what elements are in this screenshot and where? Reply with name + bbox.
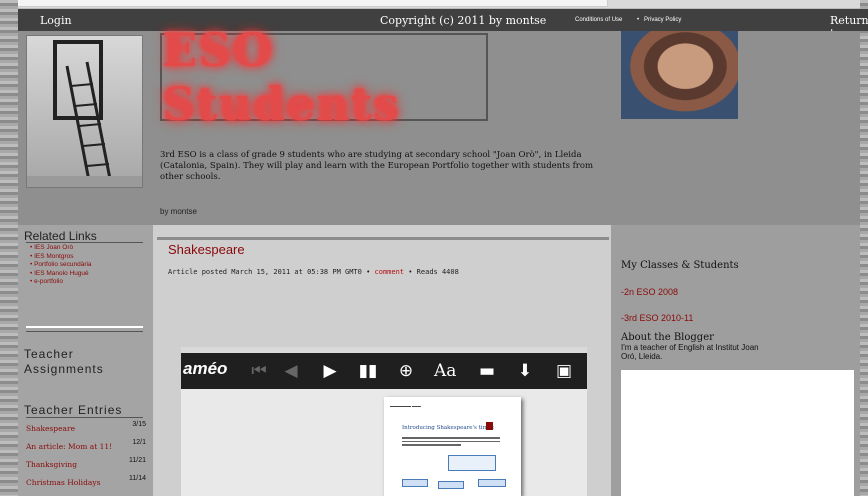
class-link-2010[interactable]: -3rd ESO 2010-11 [621,313,693,323]
doc-text-lines [402,437,500,448]
reads-count: • Reads 4408 [408,268,459,276]
doc-diagram-node [438,481,464,489]
privacy-link[interactable]: Privacy Policy [644,17,681,23]
right-sidebar: My Classes & Students -2n ESO 2008 -3rd … [611,225,860,496]
widget-box [621,370,854,496]
doc-diagram-box [448,455,496,471]
entry-row[interactable]: Shakespeare 3/15 [26,421,146,439]
site-logo[interactable]: ESO Students [160,23,488,131]
ladder-image [26,35,143,188]
teacher-entries-heading: Teacher Entries [24,403,123,417]
posted-text: Article posted March 15, 2011 at 05:38 P… [168,268,371,276]
link-item[interactable]: • Portfolio secundària [30,261,92,270]
doc-diagram-node [402,479,428,487]
divider [26,242,143,243]
about-heading: About the Blogger [621,332,714,343]
about-text: I'm a teacher of English at Institut Joa… [621,343,759,361]
conditions-link[interactable]: Conditions of Use [575,17,622,23]
left-background-stripe [0,0,18,496]
teacher-assignments-heading: Teacher Assignments [24,347,104,376]
download-icon[interactable]: ⬇ [514,360,536,382]
print-icon[interactable]: ▬ [476,360,498,382]
entry-row[interactable]: Thanksgiving 11/21 [26,457,146,475]
link-item[interactable]: • IES Manolo Hugué [30,270,92,279]
right-background-stripe [860,0,868,496]
document-page: ▬▬▬▬▬▬▬ ▬▬▬ Introducing Shakespeare's ti… [384,397,521,496]
left-sidebar: Related Links • IES Joan Orò • IES Montg… [18,225,153,496]
article-area: Shakespeare Article posted March 15, 201… [153,225,611,496]
browser-toolbar-strip [0,0,868,9]
play-icon[interactable]: ▶ [319,360,341,382]
class-link-2008[interactable]: -2n ESO 2008 [621,287,678,297]
divider [26,417,143,418]
prev-page-icon[interactable]: ◀ [280,360,302,382]
comment-link[interactable]: comment [375,268,405,276]
header: ESO Students 3rd ESO is a class of grade… [18,23,860,225]
entry-row[interactable]: An article: Mom at 11! 12/1 [26,439,146,457]
login-link[interactable]: Login [40,14,72,27]
byline: by montse [160,207,197,216]
doc-header: ▬▬▬▬▬▬▬ ▬▬▬ [390,404,421,408]
zoom-in-icon[interactable]: ⊕ [395,360,417,382]
embed-icon[interactable]: ▣ [553,360,575,382]
teacher-entries-list: Shakespeare 3/15 An article: Mom at 11! 12… [26,421,146,493]
link-item[interactable]: • IES Montgros [30,253,92,262]
related-links-heading: Related Links [24,229,97,243]
link-item[interactable]: • e-portfolio [30,278,92,287]
doc-title: Introducing Shakespeare's times [402,425,494,431]
first-page-icon[interactable]: ⏮ [248,360,270,382]
logo-text: ESO Students [162,23,400,131]
text-size-icon[interactable]: Aa [434,360,456,382]
book-view-icon[interactable]: ▮▮ [357,360,379,382]
article-title[interactable]: Shakespeare [168,242,245,257]
entry-row[interactable]: Christmas Holidays 11/14 [26,475,146,493]
divider [26,326,143,328]
doc-badge [486,422,493,430]
divider [26,331,143,332]
address-bar[interactable] [6,0,608,7]
viewer-toolbar: améo ⏮ ◀ ▶ ▮▮ ⊕ Aa ▬ ⬇ ▣ [181,353,587,389]
site-intro: 3rd ESO is a class of grade 9 students w… [160,150,594,182]
classes-heading: My Classes & Students [621,260,739,271]
separator: • [637,17,640,23]
article-meta: Article posted March 15, 2011 at 05:38 P… [168,268,459,276]
viewer-brand: améo [183,359,228,378]
blogger-photo [621,31,738,119]
content-top-bar [157,237,609,240]
page-main: ESO Students 3rd ESO is a class of grade… [18,23,860,496]
doc-diagram-node [478,479,506,487]
link-item[interactable]: • IES Joan Orò [30,244,92,253]
document-viewer[interactable]: améo ⏮ ◀ ▶ ▮▮ ⊕ Aa ▬ ⬇ ▣ ▬▬▬▬▬▬▬ ▬▬▬ Int… [181,347,587,496]
related-links-list: • IES Joan Orò • IES Montgros • Portfoli… [30,244,92,287]
